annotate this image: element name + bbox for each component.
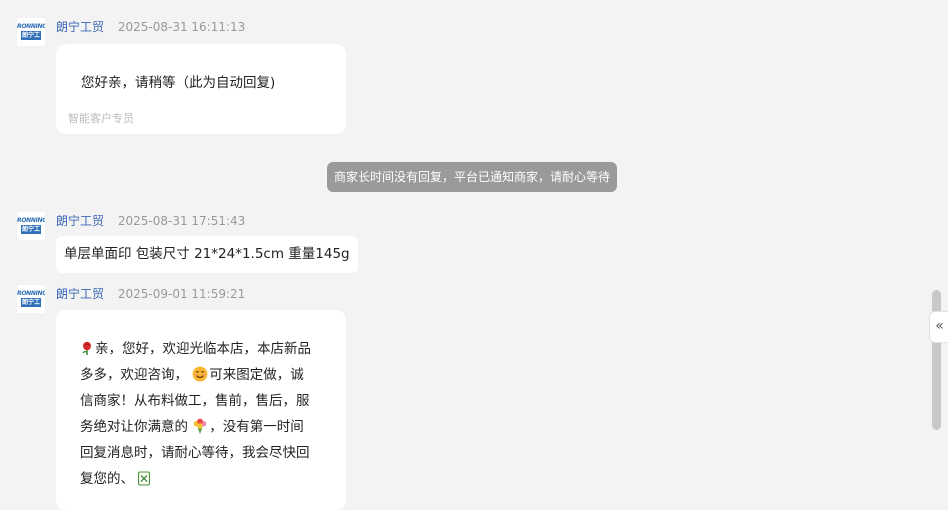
message-time: 2025-08-31 17:51:43 <box>117 214 246 228</box>
avatar[interactable]: RONNING 朗宁工贸 <box>17 212 45 240</box>
message-meta: 朗宁工贸 2025-08-31 17:51:43 <box>56 212 245 229</box>
auto-reply-label: 智能客户专员 <box>68 112 134 125</box>
sender-name: 朗宁工贸 <box>56 287 105 301</box>
chat-history[interactable]: RONNING 朗宁工贸 朗宁工贸 2025-08-31 16:11:13 您好… <box>0 0 930 510</box>
avatar-logo-text: RONNING <box>17 217 45 224</box>
avatar-logo-subtext: 朗宁工贸 <box>21 31 41 46</box>
system-notice: 商家长时间没有回复，平台已通知商家，请耐心等待 <box>326 162 617 192</box>
message-meta: 朗宁工贸 2025-08-31 16:11:13 <box>56 18 245 35</box>
system-notice-row: 商家长时间没有回复，平台已通知商家，请耐心等待 <box>0 162 948 192</box>
sender-name: 朗宁工贸 <box>56 214 105 228</box>
message-text: 单层单面印 包装尺寸 21*24*1.5cm 重量145g <box>64 246 350 262</box>
smiling-face-icon <box>192 366 208 382</box>
avatar-logo-text: RONNING <box>17 290 45 297</box>
message-bubble[interactable]: 单层单面印 包装尺寸 21*24*1.5cm 重量145g <box>56 236 358 273</box>
avatar[interactable]: RONNING 朗宁工贸 <box>17 285 45 313</box>
sender-name: 朗宁工贸 <box>56 20 105 34</box>
message-bubble[interactable]: 您好亲，请稍等（此为自动回复) 智能客户专员 <box>56 44 346 134</box>
double-chevron-left-icon: « <box>935 318 944 334</box>
message-meta: 朗宁工贸 2025-09-01 11:59:21 <box>56 285 245 302</box>
message-text: 亲，您好，欢迎光临本店，本店新品 多多，欢迎咨询， 可来图定做，诚 信商家！从布… <box>80 341 311 487</box>
rose-icon <box>82 341 91 355</box>
mahjong-tile-icon <box>138 471 151 486</box>
bouquet-icon <box>194 418 207 434</box>
avatar-logo-subtext: 朗宁工贸 <box>21 225 41 240</box>
avatar-logo-text: RONNING <box>17 23 45 30</box>
message-bubble[interactable]: 亲，您好，欢迎光临本店，本店新品 多多，欢迎咨询， 可来图定做，诚 信商家！从布… <box>56 310 346 510</box>
message-time: 2025-09-01 11:59:21 <box>117 287 246 301</box>
avatar-logo-subtext: 朗宁工贸 <box>21 298 41 313</box>
message-text: 您好亲，请稍等（此为自动回复) <box>81 75 276 91</box>
avatar[interactable]: RONNING 朗宁工贸 <box>17 18 45 46</box>
collapse-panel-button[interactable]: « <box>929 311 948 343</box>
message-time: 2025-08-31 16:11:13 <box>117 20 246 34</box>
